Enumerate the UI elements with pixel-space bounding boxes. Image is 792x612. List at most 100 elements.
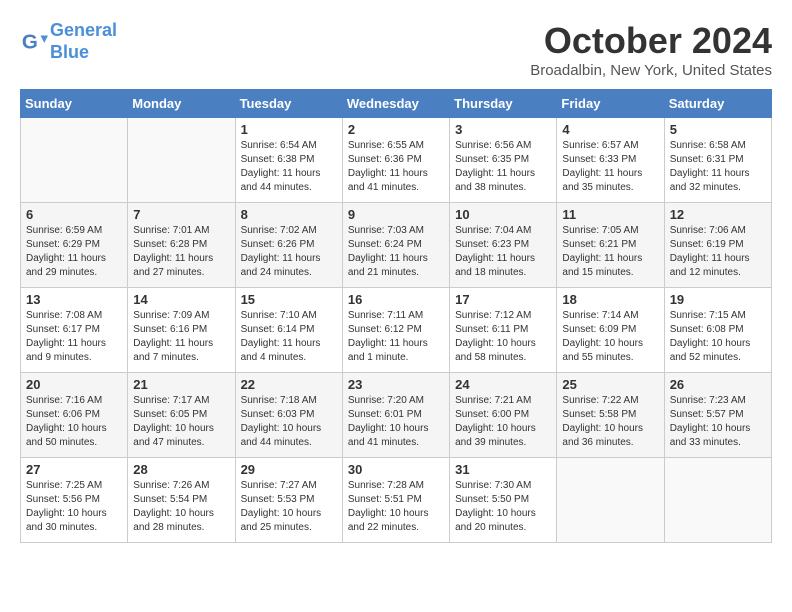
- day-cell: 7 Sunrise: 7:01 AM Sunset: 6:28 PM Daylig…: [128, 203, 235, 288]
- day-info: Sunrise: 7:23 AM Sunset: 5:57 PM Dayligh…: [670, 394, 766, 450]
- day-info: Sunrise: 7:11 AM Sunset: 6:12 PM Dayligh…: [348, 309, 444, 365]
- header-tuesday: Tuesday: [235, 90, 342, 118]
- day-number: 10: [455, 207, 551, 222]
- day-number: 30: [348, 462, 444, 477]
- day-number: 25: [562, 377, 658, 392]
- day-cell: 6 Sunrise: 6:59 AM Sunset: 6:29 PM Daylig…: [21, 203, 128, 288]
- page-header: G General Blue October 2024 Broadalbin, …: [20, 20, 772, 79]
- day-number: 4: [562, 122, 658, 137]
- day-info: Sunrise: 7:02 AM Sunset: 6:26 PM Dayligh…: [241, 224, 337, 280]
- day-cell: 9Sunrise: 7:03 AM Sunset: 6:24 PM Daylig…: [342, 203, 449, 288]
- day-number: 1: [241, 122, 337, 137]
- day-number: 28: [133, 462, 229, 477]
- month-title: October 2024: [530, 20, 772, 62]
- logo-line1: General: [50, 20, 117, 40]
- day-cell: 3 Sunrise: 6:56 AM Sunset: 6:35 PM Daylig…: [450, 118, 557, 203]
- day-number: 31: [455, 462, 551, 477]
- day-info: Sunrise: 7:10 AM Sunset: 6:14 PM Dayligh…: [241, 309, 337, 365]
- day-number: 18: [562, 292, 658, 307]
- day-number: 21: [133, 377, 229, 392]
- header-row: SundayMondayTuesdayWednesdayThursdayFrid…: [21, 90, 772, 118]
- svg-text:G: G: [22, 30, 38, 53]
- day-info: Sunrise: 7:28 AM Sunset: 5:51 PM Dayligh…: [348, 479, 444, 535]
- day-info: Sunrise: 7:17 AM Sunset: 6:05 PM Dayligh…: [133, 394, 229, 450]
- day-info: Sunrise: 7:14 AM Sunset: 6:09 PM Dayligh…: [562, 309, 658, 365]
- header-monday: Monday: [128, 90, 235, 118]
- day-number: 5: [670, 122, 766, 137]
- day-info: Sunrise: 7:27 AM Sunset: 5:53 PM Dayligh…: [241, 479, 337, 535]
- day-number: 8: [241, 207, 337, 222]
- logo-text: General Blue: [50, 20, 117, 63]
- day-info: Sunrise: 7:15 AM Sunset: 6:08 PM Dayligh…: [670, 309, 766, 365]
- week-row-3: 20 Sunrise: 7:16 AM Sunset: 6:06 PM Dayli…: [21, 373, 772, 458]
- day-number: 3: [455, 122, 551, 137]
- day-cell: 2Sunrise: 6:55 AM Sunset: 6:36 PM Daylig…: [342, 118, 449, 203]
- day-number: 16: [348, 292, 444, 307]
- day-number: 14: [133, 292, 229, 307]
- day-cell: 5 Sunrise: 6:58 AM Sunset: 6:31 PM Daylig…: [664, 118, 771, 203]
- day-number: 9: [348, 207, 444, 222]
- day-cell: 18 Sunrise: 7:14 AM Sunset: 6:09 PM Dayli…: [557, 288, 664, 373]
- day-info: Sunrise: 7:30 AM Sunset: 5:50 PM Dayligh…: [455, 479, 551, 535]
- day-number: 15: [241, 292, 337, 307]
- day-cell: 25Sunrise: 7:22 AM Sunset: 5:58 PM Dayli…: [557, 373, 664, 458]
- header-saturday: Saturday: [664, 90, 771, 118]
- day-number: 11: [562, 207, 658, 222]
- logo-line2: Blue: [50, 42, 89, 62]
- day-cell: 13Sunrise: 7:08 AM Sunset: 6:17 PM Dayli…: [21, 288, 128, 373]
- day-info: Sunrise: 7:16 AM Sunset: 6:06 PM Dayligh…: [26, 394, 122, 450]
- day-cell: [557, 458, 664, 543]
- day-number: 20: [26, 377, 122, 392]
- day-cell: 4 Sunrise: 6:57 AM Sunset: 6:33 PM Daylig…: [557, 118, 664, 203]
- day-cell: 1 Sunrise: 6:54 AM Sunset: 6:38 PM Daylig…: [235, 118, 342, 203]
- week-row-4: 27Sunrise: 7:25 AM Sunset: 5:56 PM Dayli…: [21, 458, 772, 543]
- day-cell: 24Sunrise: 7:21 AM Sunset: 6:00 PM Dayli…: [450, 373, 557, 458]
- day-info: Sunrise: 7:01 AM Sunset: 6:28 PM Dayligh…: [133, 224, 229, 280]
- day-cell: 10 Sunrise: 7:04 AM Sunset: 6:23 PM Dayli…: [450, 203, 557, 288]
- day-cell: 30 Sunrise: 7:28 AM Sunset: 5:51 PM Dayli…: [342, 458, 449, 543]
- day-cell: 15 Sunrise: 7:10 AM Sunset: 6:14 PM Dayli…: [235, 288, 342, 373]
- day-number: 17: [455, 292, 551, 307]
- day-cell: 16 Sunrise: 7:11 AM Sunset: 6:12 PM Dayli…: [342, 288, 449, 373]
- day-number: 7: [133, 207, 229, 222]
- day-info: Sunrise: 7:06 AM Sunset: 6:19 PM Dayligh…: [670, 224, 766, 280]
- header-sunday: Sunday: [21, 90, 128, 118]
- location: Broadalbin, New York, United States: [530, 62, 772, 79]
- day-number: 26: [670, 377, 766, 392]
- day-cell: 23 Sunrise: 7:20 AM Sunset: 6:01 PM Dayli…: [342, 373, 449, 458]
- day-cell: 27Sunrise: 7:25 AM Sunset: 5:56 PM Dayli…: [21, 458, 128, 543]
- day-info: Sunrise: 6:57 AM Sunset: 6:33 PM Dayligh…: [562, 139, 658, 195]
- calendar-table: SundayMondayTuesdayWednesdayThursdayFrid…: [20, 89, 772, 543]
- day-info: Sunrise: 7:04 AM Sunset: 6:23 PM Dayligh…: [455, 224, 551, 280]
- header-friday: Friday: [557, 90, 664, 118]
- day-cell: 12Sunrise: 7:06 AM Sunset: 6:19 PM Dayli…: [664, 203, 771, 288]
- day-cell: 22Sunrise: 7:18 AM Sunset: 6:03 PM Dayli…: [235, 373, 342, 458]
- logo: G General Blue: [20, 20, 117, 63]
- day-info: Sunrise: 6:56 AM Sunset: 6:35 PM Dayligh…: [455, 139, 551, 195]
- day-info: Sunrise: 7:05 AM Sunset: 6:21 PM Dayligh…: [562, 224, 658, 280]
- day-info: Sunrise: 6:54 AM Sunset: 6:38 PM Dayligh…: [241, 139, 337, 195]
- day-cell: [664, 458, 771, 543]
- day-cell: 28 Sunrise: 7:26 AM Sunset: 5:54 PM Dayli…: [128, 458, 235, 543]
- day-number: 22: [241, 377, 337, 392]
- title-block: October 2024 Broadalbin, New York, Unite…: [530, 20, 772, 79]
- day-info: Sunrise: 7:26 AM Sunset: 5:54 PM Dayligh…: [133, 479, 229, 535]
- day-number: 23: [348, 377, 444, 392]
- day-cell: [128, 118, 235, 203]
- day-cell: 29 Sunrise: 7:27 AM Sunset: 5:53 PM Dayli…: [235, 458, 342, 543]
- day-info: Sunrise: 7:21 AM Sunset: 6:00 PM Dayligh…: [455, 394, 551, 450]
- day-info: Sunrise: 7:08 AM Sunset: 6:17 PM Dayligh…: [26, 309, 122, 365]
- week-row-2: 13Sunrise: 7:08 AM Sunset: 6:17 PM Dayli…: [21, 288, 772, 373]
- day-info: Sunrise: 6:59 AM Sunset: 6:29 PM Dayligh…: [26, 224, 122, 280]
- day-cell: 8 Sunrise: 7:02 AM Sunset: 6:26 PM Daylig…: [235, 203, 342, 288]
- day-cell: 19Sunrise: 7:15 AM Sunset: 6:08 PM Dayli…: [664, 288, 771, 373]
- day-info: Sunrise: 7:20 AM Sunset: 6:01 PM Dayligh…: [348, 394, 444, 450]
- header-wednesday: Wednesday: [342, 90, 449, 118]
- week-row-1: 6 Sunrise: 6:59 AM Sunset: 6:29 PM Daylig…: [21, 203, 772, 288]
- header-thursday: Thursday: [450, 90, 557, 118]
- day-info: Sunrise: 6:58 AM Sunset: 6:31 PM Dayligh…: [670, 139, 766, 195]
- day-cell: 21 Sunrise: 7:17 AM Sunset: 6:05 PM Dayli…: [128, 373, 235, 458]
- day-number: 29: [241, 462, 337, 477]
- day-info: Sunrise: 7:09 AM Sunset: 6:16 PM Dayligh…: [133, 309, 229, 365]
- day-number: 6: [26, 207, 122, 222]
